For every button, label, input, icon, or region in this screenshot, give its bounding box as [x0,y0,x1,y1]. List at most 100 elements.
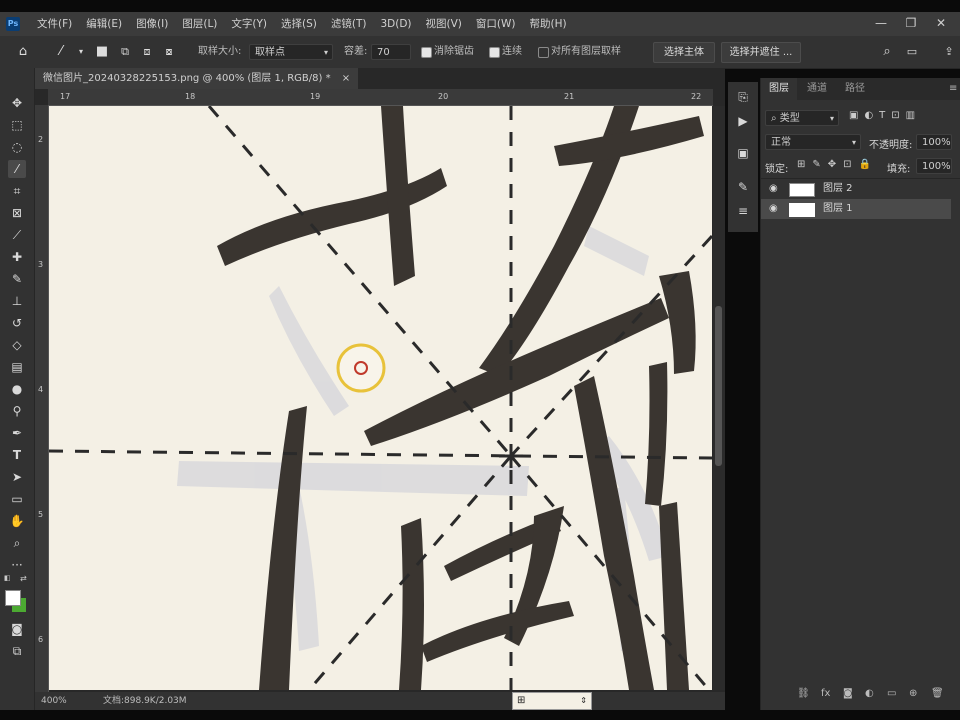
layer-style-icon[interactable]: fx [821,682,830,706]
menu-filter[interactable]: 滤镜(T) [324,12,374,36]
tab-layers[interactable]: 图层 [761,78,797,100]
document-info: 文档:898.9K/2.03M [103,696,187,706]
menu-file[interactable]: 文件(F) [30,12,79,36]
healing-tool-icon[interactable]: ✚ [8,248,26,266]
history-panel-icon[interactable]: ⎘ [734,88,752,106]
menu-3d[interactable]: 3D(D) [373,12,418,36]
layer-row[interactable]: ◉ 图层 2 [761,179,951,199]
close-tab-icon[interactable]: × [342,73,350,84]
ruler-h-tick: 17 [60,92,71,101]
eraser-tool-icon[interactable]: ◇ [8,336,26,354]
subtract-selection-icon[interactable]: ⧈ [138,43,156,61]
adjustment-layer-icon[interactable]: ◐ [865,682,874,706]
new-group-icon[interactable]: ▭ [887,682,896,706]
history-brush-icon[interactable]: ↺ [8,314,26,332]
chevron-down-icon[interactable]: ▾ [72,43,90,61]
pen-tool-icon[interactable]: ✒ [8,424,26,442]
default-colors-icon[interactable]: ◧ [4,574,12,582]
adjustments-panel-icon[interactable]: ≡ [734,202,752,220]
minimize-button[interactable]: — [866,12,896,36]
menu-layer[interactable]: 图层(L) [175,12,224,36]
all-layers-checkbox[interactable] [538,47,549,58]
panel-menu-icon[interactable]: ≡ [949,83,957,94]
menu-help[interactable]: 帮助(H) [523,12,574,36]
menu-image[interactable]: 图像(I) [129,12,175,36]
scrollbar-thumb[interactable] [715,306,722,466]
workspace-icon[interactable]: ▭ [903,43,921,61]
vertical-scrollbar[interactable] [713,106,725,690]
tab-paths[interactable]: 路径 [837,78,873,100]
layer-row[interactable]: ◉ 图层 1 [761,199,951,219]
link-layers-icon[interactable]: ⛓ [797,682,810,706]
move-tool-icon[interactable]: ✥ [8,94,26,112]
gradient-tool-icon[interactable]: ▤ [8,358,26,376]
type-tool-icon[interactable]: T [8,446,26,464]
menu-view[interactable]: 视图(V) [419,12,469,36]
dodge-tool-icon[interactable]: ⚲ [8,402,26,420]
brush-tool-icon[interactable]: ✎ [8,270,26,288]
swap-colors-icon[interactable]: ⇄ [20,574,27,583]
opacity-input[interactable]: 100% [916,134,952,150]
canvas-image[interactable] [49,106,712,690]
status-bar: 400% 文档:898.9K/2.03M ⊞ ⇕ [35,692,725,710]
layer-filter-icons[interactable]: ▣◐T⊡▥ [849,110,921,121]
fill-input[interactable]: 100% [916,158,952,174]
home-icon[interactable]: ⌂ [14,43,32,61]
filter-kind-select[interactable]: ⌕ 类型 ▾ [765,110,839,126]
crop-tool-icon[interactable]: ⌗ [8,182,26,200]
layers-footer: ⛓ fx ◙ ◐ ▭ ⊕ 🗑 [761,682,960,706]
tolerance-input[interactable]: 70 [371,44,411,60]
play-actions-icon[interactable]: ▶ [734,112,752,130]
delete-layer-icon[interactable]: 🗑 [931,682,944,706]
tab-channels[interactable]: 通道 [799,78,835,100]
sample-size-select[interactable]: 取样点 ▾ [249,44,333,60]
menu-window[interactable]: 窗口(W) [469,12,523,36]
eyedropper-tool-icon[interactable]: ⟋ [8,226,26,244]
path-selection-icon[interactable]: ➤ [8,468,26,486]
blur-tool-icon[interactable]: ● [8,380,26,398]
share-icon[interactable]: ⇪ [940,43,958,61]
zoom-level[interactable]: 400% [41,692,67,710]
select-subject-button[interactable]: 选择主体 [653,42,715,63]
add-selection-icon[interactable]: ⧉ [116,43,134,61]
properties-panel-icon[interactable]: ▣ [734,144,752,162]
foreground-color-swatch[interactable] [5,590,21,606]
magic-wand-icon[interactable]: ⁄ [52,43,70,61]
intersect-selection-icon[interactable]: ⧇ [160,43,178,61]
zoom-tool-icon[interactable]: ⌕ [8,534,26,552]
eye-icon[interactable]: ◉ [769,199,778,219]
frame-tool-icon[interactable]: ⊠ [8,204,26,222]
select-and-mask-button[interactable]: 选择并遮住 ... [721,42,801,63]
menu-edit[interactable]: 编辑(E) [79,12,129,36]
blend-mode-select[interactable]: 正常 ▾ [765,134,861,150]
menu-items: 文件(F) 编辑(E) 图像(I) 图层(L) 文字(Y) 选择(S) 滤镜(T… [30,12,574,36]
add-mask-icon[interactable]: ◙ [843,682,853,706]
search-icon[interactable]: ⌕ [878,43,896,61]
brush-panel-icon[interactable]: ✎ [734,178,752,196]
status-popup[interactable]: ⊞ ⇕ [512,692,592,710]
horizontal-ruler: 17 18 19 20 21 22 [48,89,713,106]
quick-mask-icon[interactable]: ◙ [8,620,26,638]
more-tools-icon[interactable]: ··· [8,556,26,574]
sample-size-value: 取样点 [255,47,285,58]
rectangle-tool-icon[interactable]: ▭ [8,490,26,508]
stamp-tool-icon[interactable]: ⊥ [8,292,26,310]
lock-icons[interactable]: ⊞✎✥⊡🔒 [797,159,878,170]
marquee-tool-icon[interactable]: ⬚ [8,116,26,134]
layer-thumbnail [789,183,815,197]
new-selection-icon[interactable]: ■ [93,43,111,61]
screen-mode-icon[interactable]: ⧉ [8,642,26,660]
new-layer-icon[interactable]: ⊕ [909,682,917,706]
document-tab-title: 微信图片_20240328225153.png @ 400% (图层 1, RG… [43,73,331,84]
contiguous-checkbox[interactable] [489,47,500,58]
restore-button[interactable]: ❐ [896,12,926,36]
close-button[interactable]: ✕ [926,12,956,36]
magic-wand-tool-icon[interactable]: ⁄ [8,160,26,178]
menu-select[interactable]: 选择(S) [274,12,324,36]
antialias-checkbox[interactable] [421,47,432,58]
eye-icon[interactable]: ◉ [769,179,778,199]
hand-tool-icon[interactable]: ✋ [8,512,26,530]
menu-type[interactable]: 文字(Y) [224,12,274,36]
document-tab[interactable]: 微信图片_20240328225153.png @ 400% (图层 1, RG… [35,68,359,89]
lasso-tool-icon[interactable]: ◌ [8,138,26,156]
